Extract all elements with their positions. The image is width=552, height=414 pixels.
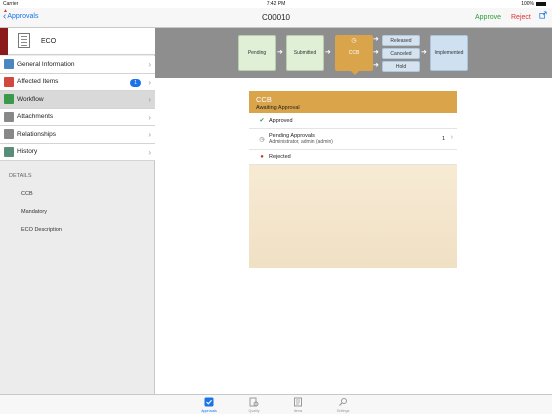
- stage-released[interactable]: Released: [382, 35, 420, 46]
- attachments-icon: [4, 111, 14, 122]
- document-icon: [18, 33, 30, 48]
- stage-hold[interactable]: Hold: [382, 61, 420, 72]
- tab-approvals[interactable]: Approvals: [196, 397, 222, 413]
- battery-indicator: 100%: [521, 1, 546, 7]
- eco-type-label: ECO: [41, 38, 57, 45]
- main-panel: Pending ➜ Submitted ➜ ◷ CCB ➜ ➜ ➜ Releas…: [155, 28, 552, 394]
- details-item-eco-description[interactable]: ECO Description: [21, 227, 62, 233]
- pending-count: 1: [441, 136, 445, 142]
- share-icon[interactable]: [539, 11, 547, 19]
- navigation-bar: ▲ ‹ Approvals C00010 Approve Reject: [0, 8, 552, 28]
- quality-icon: [249, 397, 259, 407]
- sidebar-item-attachments[interactable]: Attachments ›: [0, 108, 155, 126]
- clock: 7:42 PM: [266, 1, 286, 7]
- stage-submitted[interactable]: Submitted: [286, 35, 324, 71]
- details-heading: DETAILS: [9, 173, 32, 179]
- info-icon: [4, 59, 14, 70]
- arrow-right-icon: ➜: [277, 49, 283, 56]
- approve-button[interactable]: Approve: [475, 14, 501, 21]
- stage-ccb-label: CCB: [348, 50, 360, 56]
- workflow-diagram: Pending ➜ Submitted ➜ ◷ CCB ➜ ➜ ➜ Releas…: [155, 28, 552, 78]
- sidebar-item-workflow[interactable]: Workflow ›: [0, 91, 155, 109]
- sidebar-item-label: Workflow: [17, 95, 44, 103]
- rejected-icon: ●: [260, 154, 264, 160]
- pending-approvals-row[interactable]: ◷ Pending Approvals Administrator, admin…: [249, 129, 457, 150]
- clock-icon: ◷: [351, 38, 357, 44]
- chevron-right-icon: ›: [148, 60, 151, 69]
- eco-header: ECO: [0, 28, 155, 55]
- tab-quality[interactable]: Quality: [241, 397, 267, 413]
- page-title: C00010: [261, 13, 291, 22]
- arrow-right-icon: ➜: [421, 49, 427, 56]
- arrow-right-icon: ➜: [373, 36, 379, 43]
- checkmark-icon: ✔: [259, 118, 265, 124]
- sidebar-item-label: History: [17, 148, 38, 156]
- rejected-label: Rejected: [269, 154, 291, 160]
- tab-label: Settings: [336, 409, 350, 413]
- sidebar-item-history[interactable]: History ›: [0, 143, 155, 161]
- sidebar-item-label: Attachments: [17, 113, 54, 121]
- pending-approvers: Administrator, admin (admin): [269, 139, 333, 145]
- tab-label: Approvals: [201, 409, 217, 413]
- approval-card-header: CCB Awaiting Approval: [249, 91, 457, 113]
- stage-ccb[interactable]: ◷ CCB: [335, 35, 373, 71]
- arrow-right-icon: ➜: [325, 49, 331, 56]
- status-stripe: [0, 28, 8, 55]
- approved-label: Approved: [269, 117, 293, 124]
- approval-card: CCB Awaiting Approval ✔ Approved ◷ Pendi…: [249, 91, 457, 268]
- workflow-icon: [4, 94, 14, 105]
- approval-card-subtitle: Awaiting Approval: [256, 105, 300, 111]
- stage-canceled[interactable]: Canceled: [382, 48, 420, 59]
- details-item-ccb[interactable]: CCB: [21, 191, 33, 197]
- reject-button[interactable]: Reject: [511, 14, 531, 21]
- stage-implemented[interactable]: Implemented: [430, 35, 468, 71]
- count-badge: 1: [130, 78, 141, 87]
- rejected-row: ● Rejected: [249, 150, 457, 165]
- affected-items-icon: [4, 76, 14, 87]
- current-stage-pointer: [351, 71, 359, 75]
- chevron-right-icon: ›: [450, 134, 453, 141]
- battery-percent: 100%: [521, 1, 534, 7]
- settings-icon: [339, 398, 347, 406]
- stage-pending[interactable]: Pending: [238, 35, 276, 71]
- sidebar-item-relationships[interactable]: Relationships ›: [0, 126, 155, 144]
- tab-items[interactable]: Items: [285, 397, 311, 413]
- sidebar: ECO General Information › Affected Items…: [0, 28, 155, 394]
- sidebar-item-label: Affected Items: [17, 78, 59, 86]
- chevron-right-icon: ›: [148, 147, 151, 157]
- tab-label: Items: [293, 409, 303, 413]
- chevron-right-icon: ›: [148, 95, 151, 104]
- chevron-right-icon: ›: [148, 112, 151, 122]
- sidebar-item-label: Relationships: [17, 130, 57, 138]
- sidebar-item-general-information[interactable]: General Information ›: [0, 56, 155, 74]
- arrow-right-icon: ➜: [373, 49, 379, 56]
- tab-label: Quality: [248, 409, 260, 413]
- items-icon: [294, 397, 302, 407]
- chevron-right-icon: ›: [148, 130, 151, 139]
- approval-card-title: CCB: [256, 95, 272, 104]
- status-bar: Carrier 7:42 PM 100%: [0, 0, 552, 8]
- tab-settings[interactable]: Settings: [330, 397, 356, 413]
- approvals-icon: [204, 397, 214, 407]
- battery-icon: [536, 2, 546, 6]
- history-icon: [4, 146, 14, 157]
- sidebar-item-label: General Information: [17, 60, 75, 68]
- arrow-right-icon: ➜: [373, 62, 379, 69]
- tab-bar: Approvals Quality Items Settings: [0, 394, 552, 414]
- approved-row: ✔ Approved: [249, 113, 457, 129]
- sidebar-menu: General Information › Affected Items 1 ›…: [0, 56, 155, 161]
- relationships-icon: [4, 129, 14, 140]
- details-item-mandatory[interactable]: Mandatory: [21, 209, 47, 215]
- chevron-right-icon: ›: [148, 77, 151, 87]
- sidebar-item-affected-items[interactable]: Affected Items 1 ›: [0, 73, 155, 91]
- clock-icon: ◷: [259, 136, 265, 143]
